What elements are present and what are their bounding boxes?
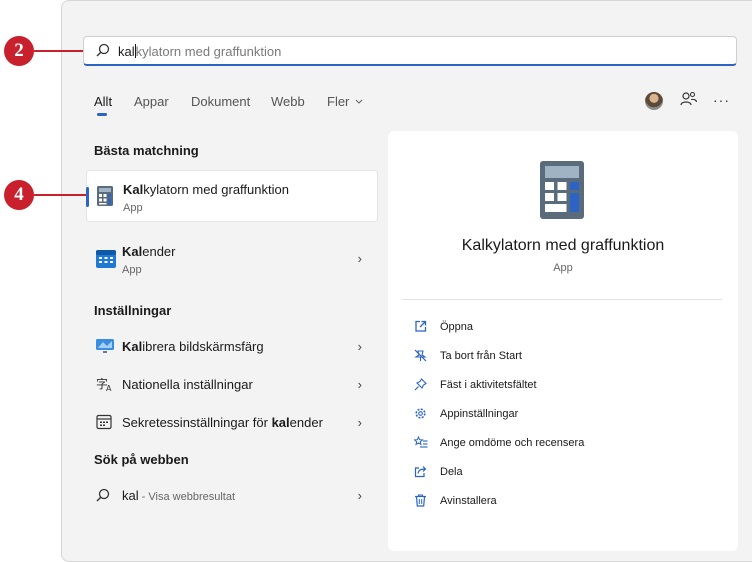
tab-web[interactable]: Webb bbox=[271, 94, 305, 109]
preview-title: Kalkylatorn med graffunktion bbox=[461, 237, 665, 254]
chevron-right-icon[interactable]: › bbox=[358, 251, 362, 266]
chevron-down-icon bbox=[355, 99, 363, 104]
chevron-right-icon[interactable]: › bbox=[358, 488, 362, 503]
search-input[interactable]: kalkylatorn med graffunktion bbox=[83, 36, 737, 66]
title-rest: ender bbox=[289, 415, 323, 430]
title-rest: ibrera bildskärmsfärg bbox=[142, 339, 264, 354]
result-calendar[interactable]: Kalender App › bbox=[86, 233, 378, 285]
people-icon[interactable] bbox=[680, 91, 698, 107]
title-rest: kylatorn med graffunktion bbox=[143, 182, 289, 197]
svg-text:A: A bbox=[106, 384, 112, 392]
settings-heading: Inställningar bbox=[94, 303, 172, 318]
match-highlight: Kal bbox=[122, 244, 143, 259]
action-label: Appinställningar bbox=[440, 408, 519, 420]
result-title: kal - Visa webbresultat bbox=[122, 488, 235, 503]
chevron-right-icon[interactable]: › bbox=[358, 415, 362, 430]
result-region-settings[interactable]: 字 A Nationella inställningar › bbox=[86, 368, 378, 400]
tab-more[interactable]: Fler bbox=[327, 94, 363, 109]
search-icon bbox=[96, 43, 110, 57]
result-calendar-privacy[interactable]: Sekretessinställningar för kalender › bbox=[86, 406, 378, 438]
calculator-icon bbox=[97, 186, 113, 206]
chevron-right-icon[interactable]: › bbox=[358, 377, 362, 392]
more-options-icon[interactable]: ··· bbox=[713, 92, 730, 108]
match-highlight: kal bbox=[271, 415, 290, 430]
action-label: Avinstallera bbox=[440, 495, 497, 507]
action-label: Ange omdöme och recensera bbox=[440, 437, 585, 449]
action-label: Öppna bbox=[440, 321, 474, 333]
preview-pane: Kalkylatorn med graffunktion App Öppna T… bbox=[388, 131, 738, 551]
best-match-heading: Bästa matchning bbox=[94, 143, 199, 158]
calendar-icon bbox=[96, 250, 116, 268]
match-highlight: Kal bbox=[122, 339, 143, 354]
callout-4-line bbox=[34, 194, 88, 196]
gear-icon bbox=[415, 408, 426, 419]
tab-documents[interactable]: Dokument bbox=[191, 94, 250, 109]
result-subtitle: App bbox=[122, 264, 142, 276]
unpin-icon bbox=[414, 349, 427, 362]
tab-all[interactable]: Allt bbox=[94, 94, 112, 109]
search-completion: kylatorn med graffunktion bbox=[135, 44, 282, 59]
preview-subtitle: App bbox=[553, 262, 573, 274]
web-query: kal bbox=[122, 488, 139, 503]
action-label: Ta bort från Start bbox=[440, 350, 522, 362]
callout-4: 4 bbox=[4, 180, 34, 210]
tab-apps[interactable]: Appar bbox=[134, 94, 169, 109]
avatar[interactable] bbox=[645, 92, 663, 110]
action-label: Fäst i aktivitetsfältet bbox=[440, 379, 537, 391]
title-pre: Sekretessinställningar för bbox=[122, 415, 272, 430]
title-pre: Nationella inställningar bbox=[122, 377, 253, 392]
chevron-right-icon[interactable]: › bbox=[358, 339, 362, 354]
open-icon bbox=[415, 320, 427, 332]
display-icon bbox=[96, 339, 114, 353]
callout-2-line bbox=[34, 50, 84, 52]
result-title: Kalkylatorn med graffunktion bbox=[123, 182, 289, 197]
selection-indicator bbox=[86, 187, 89, 207]
active-tab-indicator bbox=[97, 113, 107, 116]
result-web-search[interactable]: kal - Visa webbresultat › bbox=[86, 479, 378, 511]
result-title: Kalender bbox=[122, 244, 175, 259]
title-rest: ender bbox=[142, 244, 176, 259]
tab-more-label: Fler bbox=[327, 94, 350, 109]
result-title: Kalibrera bildskärmsfärg bbox=[122, 339, 264, 354]
result-title: Sekretessinställningar för kalender bbox=[122, 415, 323, 430]
action-label: Dela bbox=[440, 466, 463, 478]
result-calibrate-display[interactable]: Kalibrera bildskärmsfärg › bbox=[86, 330, 378, 362]
result-title: Nationella inställningar bbox=[122, 377, 253, 392]
search-typed: kal bbox=[118, 44, 135, 59]
result-subtitle: App bbox=[123, 202, 143, 214]
search-icon bbox=[96, 488, 110, 502]
result-calculator[interactable]: Kalkylatorn med graffunktion App bbox=[86, 170, 378, 222]
calendar-small-icon bbox=[96, 414, 112, 430]
trash-icon bbox=[415, 494, 426, 507]
match-highlight: Kal bbox=[123, 182, 144, 197]
rate-icon bbox=[414, 436, 428, 448]
callout-2: 2 bbox=[4, 36, 34, 66]
calculator-large-icon bbox=[540, 161, 584, 219]
web-search-heading: Sök på webben bbox=[94, 452, 189, 467]
divider bbox=[402, 299, 722, 300]
web-hint: - Visa webbresultat bbox=[138, 491, 236, 503]
language-icon: 字 A bbox=[96, 376, 112, 392]
pin-icon bbox=[414, 378, 427, 391]
search-text: kalkylatorn med graffunktion bbox=[118, 44, 281, 59]
share-icon bbox=[414, 466, 427, 478]
